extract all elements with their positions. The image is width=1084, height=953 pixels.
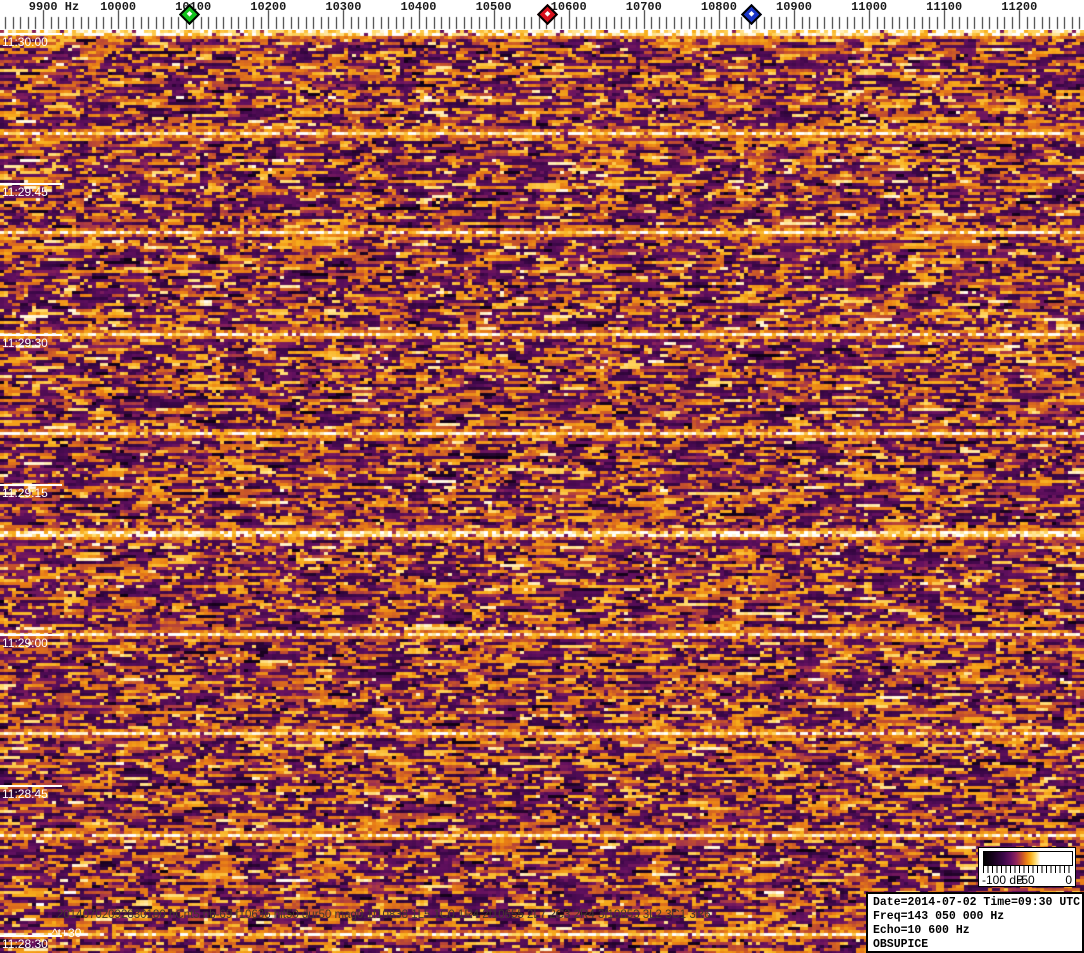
time-label: 11:29:15	[2, 487, 48, 500]
db-gradient-bar	[983, 851, 1073, 866]
spectrogram-plot-area	[0, 30, 1084, 953]
freq-axis-label: 10900	[776, 0, 812, 14]
marker-center-dot	[748, 11, 754, 17]
time-label: 11:29:00	[2, 637, 48, 650]
frequency-axis: 9900 Hz100001010010200103001040010500106…	[0, 0, 1084, 30]
marker-center-dot	[545, 11, 551, 17]
time-label: 11:29:45	[2, 186, 48, 199]
freq-axis-label: 10300	[325, 0, 361, 14]
spectrogram-app: 9900 Hz100001010010200103001040010500106…	[0, 0, 1084, 953]
detection-annotation: 20140702092830180 hCnt5 nb-69 f10636 hit…	[57, 909, 710, 921]
freq-axis-label: 11200	[1001, 0, 1037, 14]
time-offset-note: ^t+30	[52, 926, 81, 940]
db-label-mid: -50	[1017, 873, 1034, 887]
freq-axis-label: 10800	[701, 0, 737, 14]
freq-axis-label: 10200	[250, 0, 286, 14]
db-scale-ticks	[983, 866, 1073, 873]
freq-axis-label: 9900 Hz	[29, 0, 79, 14]
station-info-box: Date=2014-07-02 Time=09:30 UTC Freq=143 …	[866, 892, 1084, 953]
db-color-scale: -100 dB -50 0	[978, 847, 1076, 887]
time-label: 11:28:30	[2, 938, 48, 951]
freq-axis-label: 10700	[626, 0, 662, 14]
db-label-max: 0	[1065, 873, 1072, 887]
freq-axis-label: 11000	[851, 0, 887, 14]
db-scale-labels: -100 dB -50 0	[979, 873, 1075, 886]
freq-axis-label: 11100	[926, 0, 962, 14]
time-label: 11:29:30	[2, 337, 48, 350]
freq-axis-label: 10000	[100, 0, 136, 14]
info-date-time: Date=2014-07-02 Time=09:30 UTC	[873, 896, 1082, 910]
freq-axis-label: 10400	[400, 0, 436, 14]
time-label: 11:30:00	[2, 36, 48, 49]
info-station: OBSUPICE	[873, 938, 1082, 952]
info-echo: Echo=10 600 Hz	[873, 924, 1082, 938]
freq-axis-label: 10500	[476, 0, 512, 14]
time-label: 11:28:45	[2, 788, 48, 801]
marker-center-dot	[187, 11, 193, 17]
info-frequency: Freq=143 050 000 Hz	[873, 910, 1082, 924]
